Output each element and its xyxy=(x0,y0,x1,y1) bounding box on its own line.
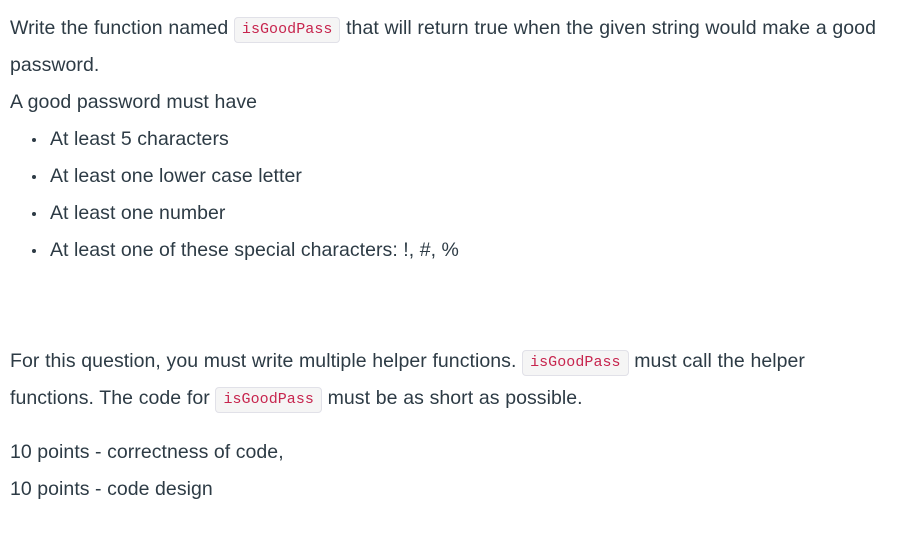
helper-functions-paragraph: For this question, you must write multip… xyxy=(10,343,889,417)
intro-paragraph: Write the function named isGoodPass that… xyxy=(10,10,889,84)
inline-code-isgoodpass-helpers-first: isGoodPass xyxy=(522,350,629,376)
requirements-lead-in: A good password must have xyxy=(10,91,258,113)
helper-text-part-3: must be as short as possible. xyxy=(321,387,583,409)
list-item: At least one lower case letter xyxy=(10,158,889,195)
grading-block: 10 points - correctness of code, 10 poin… xyxy=(10,434,889,508)
requirements-list: At least 5 characters At least one lower… xyxy=(10,121,889,269)
inline-code-isgoodpass-helpers-second: isGoodPass xyxy=(215,387,322,413)
intro-text-before-code: Write the function named xyxy=(10,17,234,39)
grading-line: 10 points - correctness of code, xyxy=(10,441,284,463)
inline-code-isgoodpass-intro: isGoodPass xyxy=(233,17,341,43)
grading-line: 10 points - code design xyxy=(10,478,213,500)
helper-text-part-1: For this question, you must write multip… xyxy=(10,350,523,372)
list-item: At least one number xyxy=(10,195,889,232)
question-body: Write the function named isGoodPass that… xyxy=(0,0,897,536)
list-item: At least one of these special characters… xyxy=(10,232,889,269)
list-item: At least 5 characters xyxy=(10,121,889,158)
